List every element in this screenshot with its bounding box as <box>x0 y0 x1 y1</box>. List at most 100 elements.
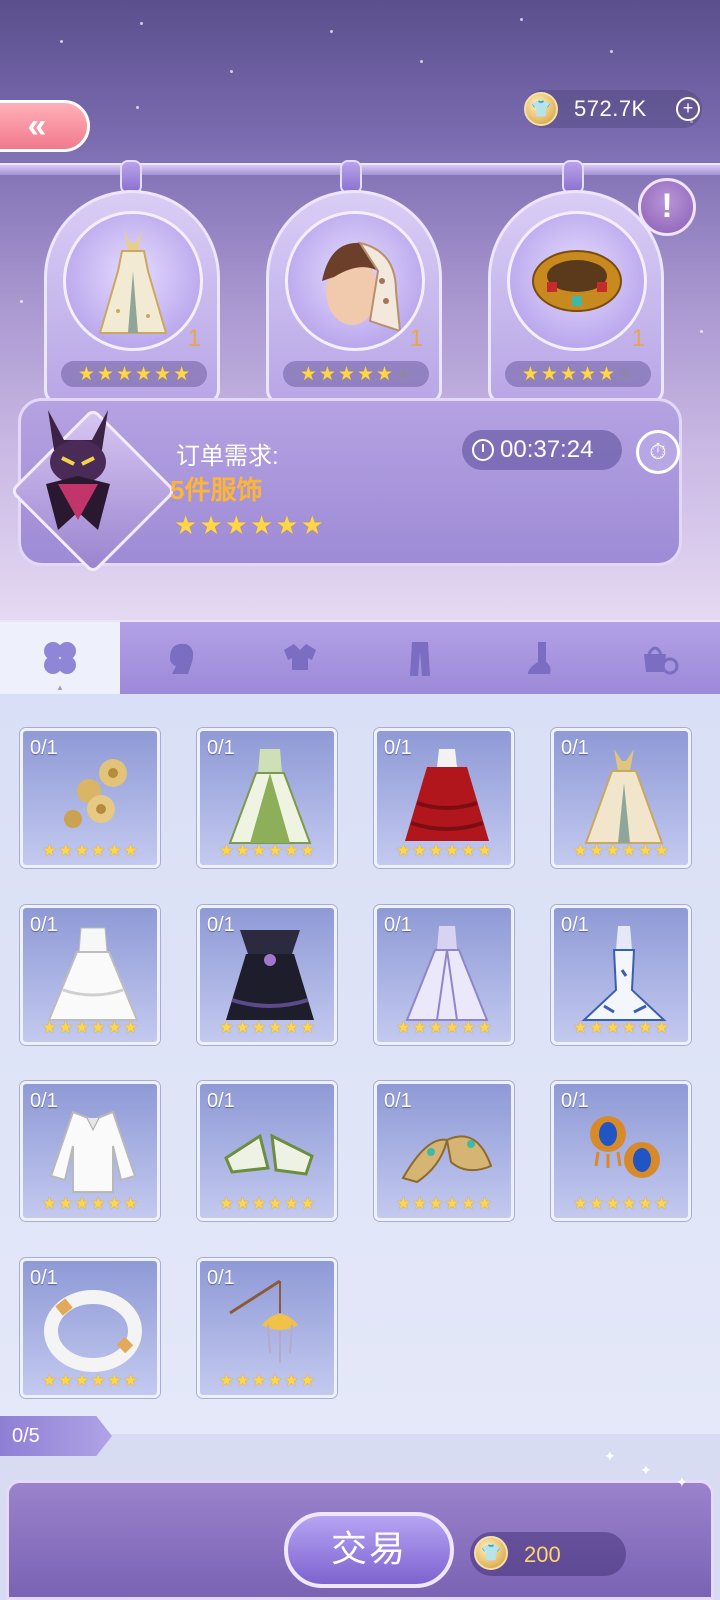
item-card[interactable]: 0/1 ★ ★ ★ ★ ★ ★ <box>197 1081 337 1221</box>
tab-all[interactable] <box>0 622 120 694</box>
add-time-button[interactable]: ⏱ <box>636 430 680 474</box>
request-item-card[interactable]: 1 ★ ★ ★ ★ ★ ★ <box>44 190 220 404</box>
star-icon: ★ <box>115 363 133 385</box>
star-icon: ★ <box>572 1194 588 1213</box>
item-card[interactable]: 0/1 ★ ★ ★ ★ ★ ★ <box>20 1258 160 1398</box>
white-gold-bangle-icon <box>44 1290 142 1372</box>
trade-cost-value: 200 <box>524 1542 561 1567</box>
lavender-gown-icon <box>405 926 489 1021</box>
item-card[interactable]: 0/1 ★ ★ ★ ★ ★ ★ <box>20 728 160 868</box>
star-icon: ★ <box>376 363 394 385</box>
item-card[interactable]: 0/1 ★ ★ ★ ★ ★ ★ <box>20 1081 160 1221</box>
star-rating: ★ ★ ★ ★ ★ ★ <box>200 1372 334 1389</box>
star-icon: ★ <box>654 841 670 860</box>
star-icon: ★ <box>58 1194 74 1213</box>
hanger-hook <box>340 160 362 194</box>
item-card[interactable]: 0/1 ★ ★ ★ ★ ★ ★ <box>551 905 691 1045</box>
star-icon: ★ <box>218 1018 234 1037</box>
star-icon: ★ <box>58 1018 74 1037</box>
item-card[interactable]: 0/1 ★ ★ ★ ★ ★ ★ <box>551 728 691 868</box>
green-heels-icon <box>224 1133 314 1176</box>
star-icon: ★ <box>412 1018 428 1037</box>
star-icon: ★ <box>579 363 597 385</box>
star-icon: ★ <box>637 1194 653 1213</box>
timer-text: 00:37:24 <box>500 436 594 463</box>
star-icon: ★ <box>74 1018 90 1037</box>
star-icon: ★ <box>123 1194 139 1213</box>
request-item-portrait <box>285 211 425 351</box>
black-gothic-gown-icon <box>226 930 314 1020</box>
star-icon: ★ <box>283 1018 299 1037</box>
star-icon: ★ <box>283 1371 299 1390</box>
star-rating: ★ ★ ★ ★ ★ ★ <box>505 361 651 387</box>
star-icon: ★ <box>106 1018 122 1037</box>
tab-accessory[interactable] <box>600 622 720 694</box>
trade-button[interactable]: 交易 <box>284 1512 454 1588</box>
star-icon: ★ <box>283 1194 299 1213</box>
headscarf-hairstyle-icon <box>322 241 402 333</box>
star-icon: ★ <box>218 1194 234 1213</box>
currency-value: 572.7K <box>574 96 647 121</box>
star-rating: ★ ★ ★ ★ ★ ★ <box>377 1019 511 1036</box>
item-card[interactable]: 0/1 ★ ★ ★ ★ ★ ★ <box>374 1081 514 1221</box>
order-star-rating: ★ ★ ★ ★ ★ ★ <box>174 512 324 538</box>
item-card[interactable]: 0/1 ★ ★ ★ ★ ★ ★ <box>374 905 514 1045</box>
star-icon: ★ <box>460 841 476 860</box>
star-icon: ★ <box>654 1194 670 1213</box>
star-icon: ★ <box>123 841 139 860</box>
order-label: 订单需求: <box>176 443 279 470</box>
order-timer: 00:37:24 <box>462 430 622 470</box>
request-item-portrait <box>63 211 203 351</box>
request-item-count: 1 <box>631 325 645 352</box>
star-icon: ★ <box>41 1371 57 1390</box>
item-card[interactable]: 0/1 ★ ★ ★ ★ ★ ★ <box>197 905 337 1045</box>
gold-jeweled-gown-icon <box>584 749 664 844</box>
tab-bottom[interactable] <box>360 622 480 694</box>
star-icon: ★ <box>90 1194 106 1213</box>
bat-customer-avatar-icon <box>46 410 110 530</box>
star-rating: ★ ★ ★ ★ ★ ★ <box>23 842 157 859</box>
back-button[interactable]: « <box>0 100 90 152</box>
star-icon: ★ <box>521 363 539 385</box>
pants-icon <box>410 642 430 676</box>
star-icon: ★ <box>477 841 493 860</box>
request-item-card[interactable]: 1 ★ ★ ★ ★ ★ ★ <box>266 190 442 404</box>
green-gown-icon <box>228 749 312 844</box>
star-icon: ★ <box>300 1371 316 1390</box>
star-icon: ★ <box>41 841 57 860</box>
item-card[interactable]: 0/1 ★ ★ ★ ★ ★ ★ <box>197 728 337 868</box>
item-card[interactable]: 0/1 ★ ★ ★ ★ ★ ★ <box>374 728 514 868</box>
star-icon: ★ <box>477 1018 493 1037</box>
star-icon: ★ <box>605 1018 621 1037</box>
item-card[interactable]: 0/1 ★ ★ ★ ★ ★ ★ <box>20 905 160 1045</box>
star-icon: ★ <box>559 363 577 385</box>
tab-hair[interactable] <box>120 622 240 694</box>
star-rating: ★ ★ ★ ★ ★ ★ <box>61 361 207 387</box>
star-icon: ★ <box>300 1018 316 1037</box>
item-card[interactable]: 0/1 ★ ★ ★ ★ ★ ★ <box>197 1258 337 1398</box>
star-icon: ★ <box>460 1018 476 1037</box>
star-icon: ★ <box>267 1371 283 1390</box>
star-rating: ★ ★ ★ ★ ★ ★ <box>377 842 511 859</box>
star-icon: ★ <box>123 1018 139 1037</box>
star-icon: ★ <box>621 1018 637 1037</box>
star-icon: ★ <box>460 1194 476 1213</box>
tab-shoes[interactable] <box>480 622 600 694</box>
bag-ring-icon <box>644 646 679 675</box>
star-icon: ★ <box>154 363 172 385</box>
item-card[interactable]: 0/1 ★ ★ ★ ★ ★ ★ <box>551 1081 691 1221</box>
star-icon: ★ <box>235 841 251 860</box>
clover-icon <box>44 642 76 674</box>
gold-flower-hairpin-icon <box>64 759 127 828</box>
star-rating: ★ ★ ★ ★ ★ ★ <box>377 1195 511 1212</box>
star-empty-icon: ★ <box>617 363 635 385</box>
blue-white-mermaid-gown-icon <box>581 926 667 1021</box>
lotus-lantern-icon <box>229 1279 298 1363</box>
tab-top[interactable] <box>240 622 360 694</box>
star-icon: ★ <box>251 1194 267 1213</box>
star-icon: ★ <box>77 363 95 385</box>
request-item-card[interactable]: 1 ★ ★ ★ ★ ★ ★ <box>488 190 664 404</box>
star-icon: ★ <box>199 510 223 540</box>
add-currency-button[interactable]: + <box>676 97 700 121</box>
star-icon: ★ <box>300 510 324 540</box>
